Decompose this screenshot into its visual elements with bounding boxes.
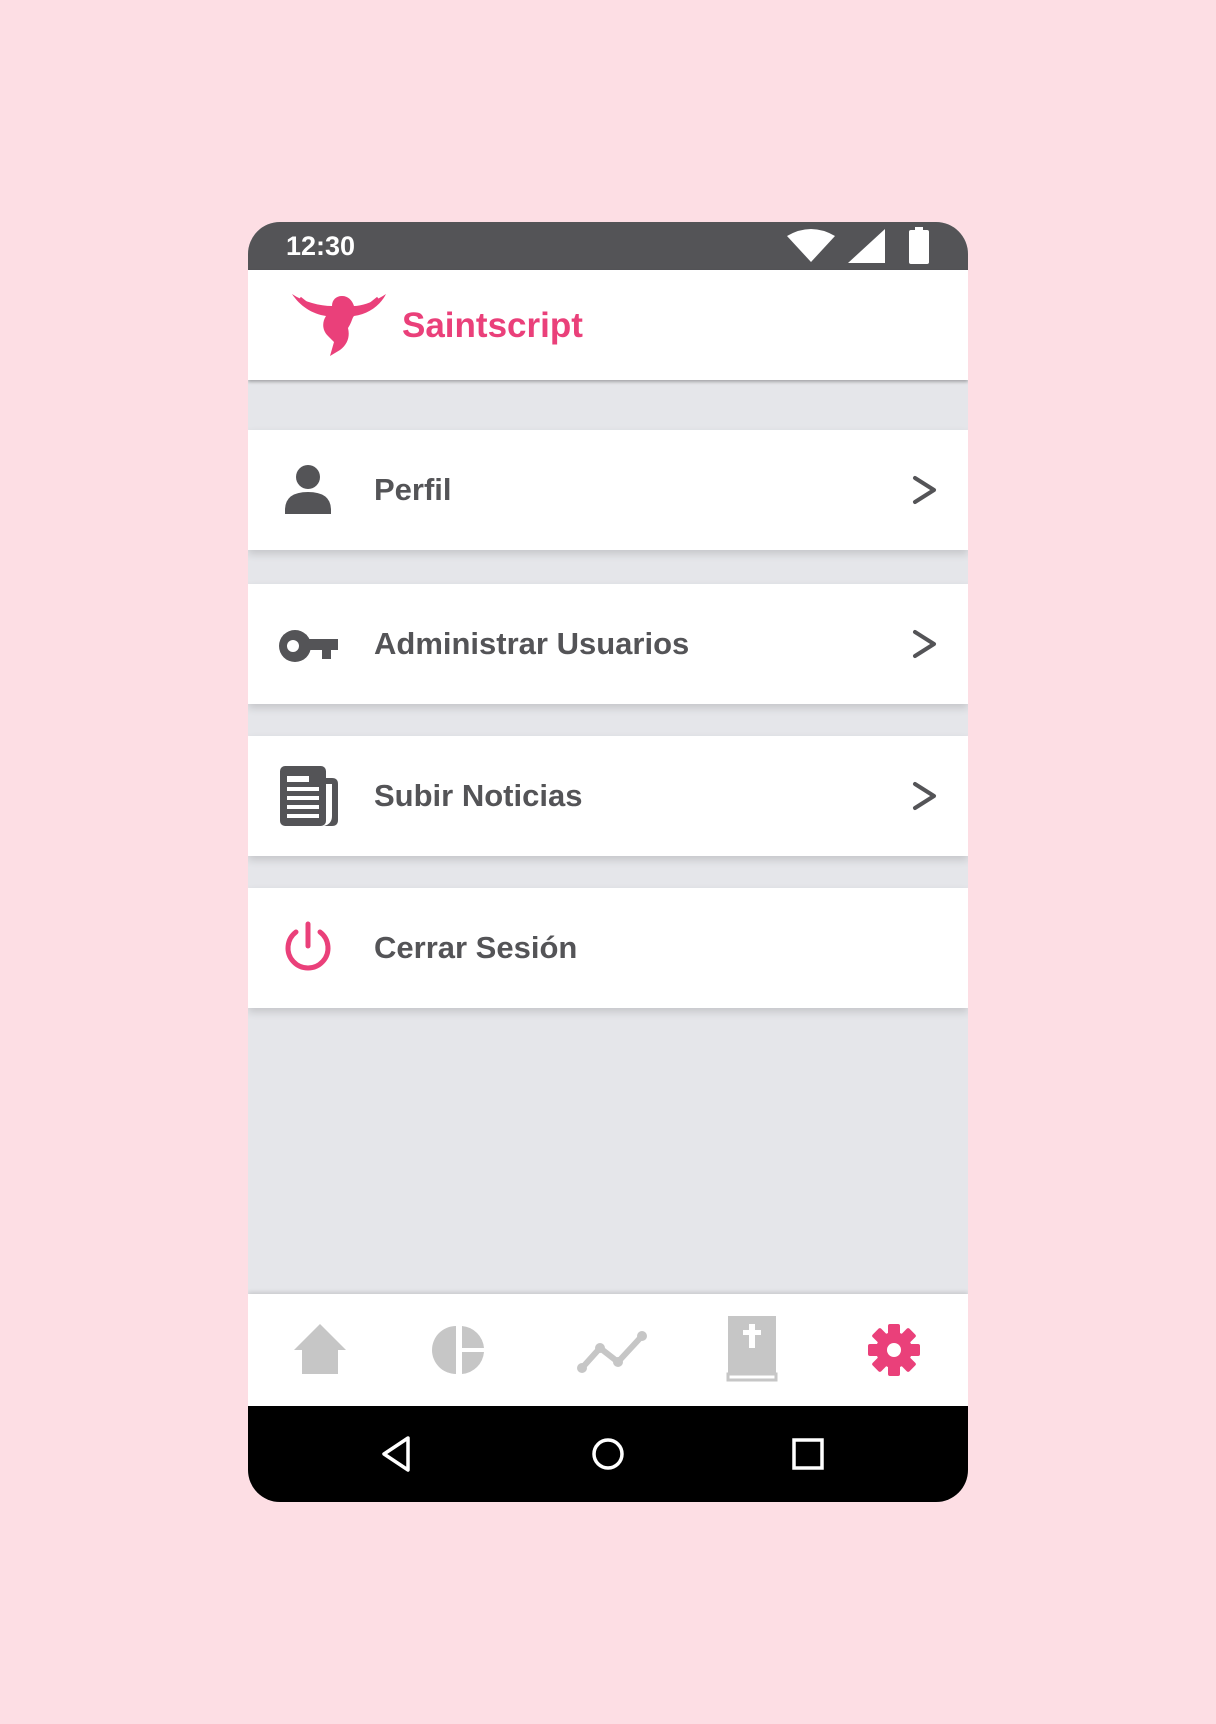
pie-chart-icon[interactable]: [428, 1318, 492, 1382]
trend-line-icon[interactable]: [576, 1318, 650, 1382]
home-circle-icon[interactable]: [584, 1430, 632, 1478]
status-bar: 12:30: [248, 222, 968, 270]
menu-item-label: Cerrar Sesión: [374, 930, 578, 965]
system-nav-bar: [248, 1406, 968, 1502]
home-icon[interactable]: [288, 1318, 352, 1382]
signal-icon: [848, 229, 885, 263]
chevron-right-icon: [913, 782, 936, 810]
phone-frame: 12:30 Saintscript Perfil Administrar Usu…: [248, 222, 968, 1502]
chevron-right-icon: [913, 476, 936, 504]
menu-item-label: Administrar Usuarios: [374, 626, 690, 661]
wifi-icon: [787, 229, 835, 262]
app-title: Saintscript: [402, 306, 583, 345]
app-bar: Saintscript: [248, 270, 968, 380]
menu-item-administrar-usuarios[interactable]: Administrar Usuarios: [248, 584, 968, 704]
bible-icon[interactable]: [724, 1314, 780, 1382]
status-time: 12:30: [286, 231, 356, 261]
person-icon: [285, 465, 331, 514]
menu-item-perfil[interactable]: Perfil: [248, 430, 968, 550]
status-icons: [786, 226, 930, 266]
dove-logo-icon: [292, 294, 386, 356]
settings-icon[interactable]: [862, 1318, 926, 1382]
chevron-right-icon: [913, 630, 936, 658]
key-icon: [279, 630, 338, 662]
menu-item-label: Perfil: [374, 472, 452, 507]
menu-item-subir-noticias[interactable]: Subir Noticias: [248, 736, 968, 856]
newspaper-icon: [280, 766, 338, 826]
battery-icon: [909, 227, 929, 264]
bottom-nav: [248, 1294, 968, 1406]
recents-icon[interactable]: [784, 1430, 832, 1478]
menu-item-label: Subir Noticias: [374, 778, 583, 813]
menu-item-cerrar-sesion[interactable]: Cerrar Sesión: [248, 888, 968, 1008]
back-icon[interactable]: [374, 1430, 422, 1478]
power-icon: [285, 921, 331, 971]
